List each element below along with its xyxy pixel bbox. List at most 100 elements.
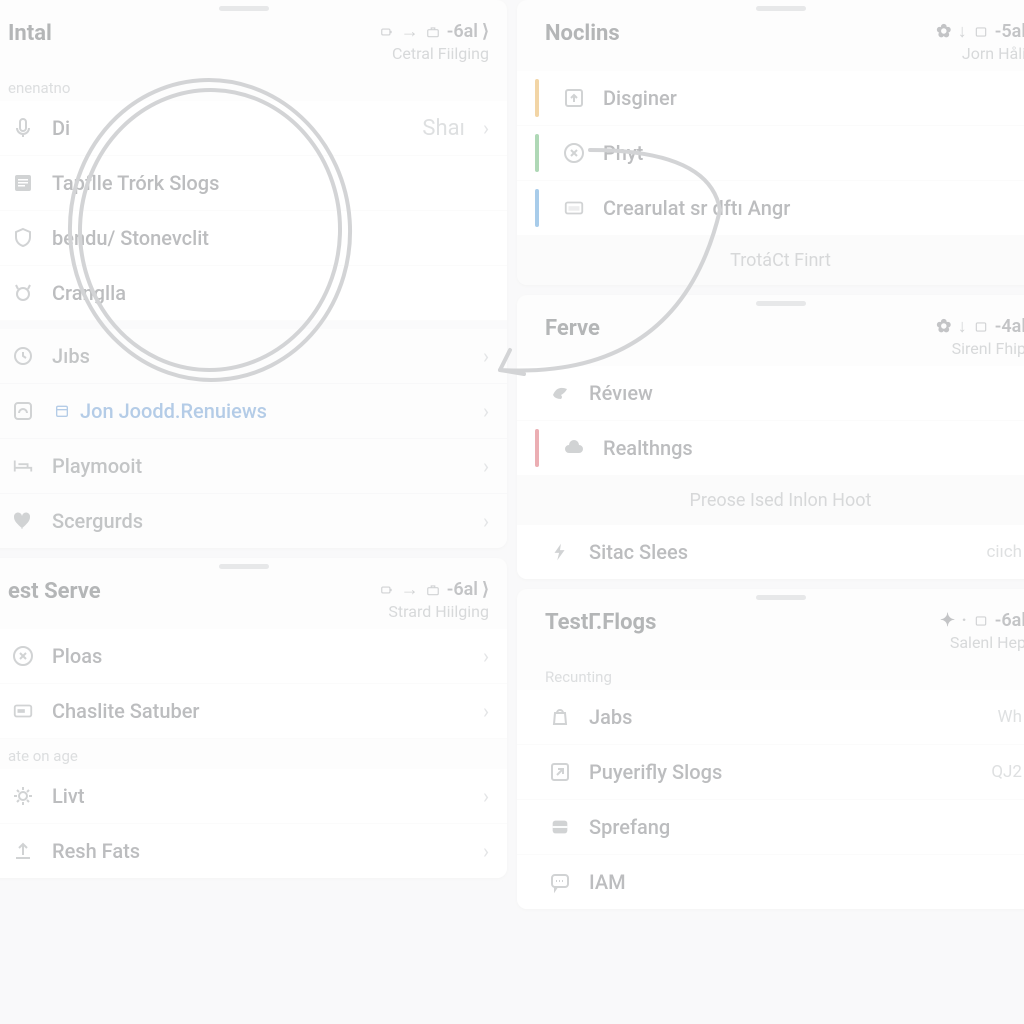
briefcase-icon — [423, 580, 443, 600]
row-resh-fats[interactable]: Resh Fats › — [0, 824, 507, 878]
row-badge: Shaı — [422, 116, 465, 141]
status-text: -6al — [447, 21, 478, 42]
row-label: Ploas — [52, 644, 469, 668]
status-text: -6al — [447, 579, 478, 600]
row-phyt[interactable]: Phyt — [517, 126, 1024, 181]
status-text: -4al — [995, 316, 1024, 337]
gear-icon: ✿ — [934, 317, 954, 337]
bolt-icon — [545, 537, 575, 567]
color-bar — [535, 79, 539, 117]
panel-title: Ferve — [545, 316, 600, 341]
row-sitac-slees[interactable]: Sitac Slees ciıch — [517, 525, 1024, 579]
panel-footer-link[interactable]: TrotáCt Finrt — [517, 236, 1024, 285]
row-label: Disginer — [603, 86, 1024, 110]
row-puyerifly[interactable]: Puyerifly Slogs QJ2 — [517, 745, 1024, 800]
panel-intal: Intal → -6al ⟩ Cetral Fiilging — [0, 0, 507, 548]
row-label: Scergurds — [52, 509, 469, 533]
calendar-icon — [52, 401, 72, 421]
row-bendu[interactable]: bendu/ Stonevclit — [0, 211, 507, 266]
panel-ferve: Ferve ✿ ↓ -4al Sirenl Fhip Révıew — [517, 295, 1024, 579]
row-label: Sprefang — [589, 815, 1024, 839]
row-label: Sitac Slees — [589, 540, 972, 564]
briefcase-icon — [423, 22, 443, 42]
row-badge: ciıch — [986, 542, 1022, 562]
chevron-right-icon: › — [483, 116, 489, 140]
card-icon — [545, 812, 575, 842]
arrow-box-icon — [545, 757, 575, 787]
row-label: Resh Fats — [52, 839, 469, 863]
color-bar — [535, 189, 539, 227]
panel-test-flogs: TestГ.Flogs ✦ · -6al Salenl Hep Recuntin… — [517, 589, 1024, 909]
color-bar — [535, 429, 539, 467]
section-label: ate on age — [0, 739, 507, 769]
upload-icon — [8, 836, 38, 866]
upload-box-icon — [559, 83, 589, 113]
animal-icon — [8, 278, 38, 308]
section-label: Recunting — [517, 660, 1024, 690]
row-scergurds[interactable]: Scergurds › — [0, 494, 507, 548]
book-icon — [971, 611, 991, 631]
status-line: → -6al ⟩ — [377, 579, 489, 600]
heart-icon — [8, 506, 38, 536]
row-realthngs[interactable]: Realthngs — [517, 421, 1024, 476]
row-iam[interactable]: IAM — [517, 855, 1024, 909]
row-label: Cranglla — [52, 281, 489, 305]
row-tapflle[interactable]: Tapflle Trórk Slogs — [0, 156, 507, 211]
status-line: → -6al ⟩ — [377, 21, 489, 42]
panel-subtitle: Sirenl Fhip — [934, 339, 1024, 358]
chevron-right-icon: › — [483, 839, 489, 863]
panel-subtitle: Salenl Hep — [938, 633, 1024, 652]
card-icon — [8, 696, 38, 726]
book-icon — [971, 22, 991, 42]
row-jabs[interactable]: Jabs Wh — [517, 690, 1024, 745]
row-review[interactable]: Révıew — [517, 366, 1024, 421]
status-line: ✿ ↓ -5al — [934, 21, 1024, 42]
panel-subtitle: Jorn Håli — [934, 44, 1024, 63]
chevron-right-icon: › — [483, 399, 489, 423]
shield-icon: ✦ — [938, 611, 958, 631]
chevron-right-icon: › — [483, 784, 489, 808]
row-di[interactable]: Di Shaı › — [0, 101, 507, 156]
section-label: enenatno — [0, 71, 507, 101]
row-label: bendu/ Stonevclit — [52, 226, 489, 250]
color-bar — [535, 134, 539, 172]
row-jon-joodd[interactable]: Jon Joodd.Renuiews › — [0, 384, 507, 439]
row-livt[interactable]: Livt › — [0, 769, 507, 824]
row-label: Livt — [52, 784, 469, 808]
row-sprefang[interactable]: Sprefang — [517, 800, 1024, 855]
bed-icon — [8, 451, 38, 481]
row-label: IAM — [589, 870, 1024, 894]
row-label: Phyt — [603, 141, 1024, 165]
status-line: ✦ · -6al — [938, 610, 1024, 631]
row-disginer[interactable]: Disginer — [517, 71, 1024, 126]
row-label: Chaslite Satuber — [52, 699, 469, 723]
panel-title: Noclins — [545, 21, 620, 46]
document-icon — [8, 168, 38, 198]
gear-icon — [8, 781, 38, 811]
panel-noclins: Noclins ✿ ↓ -5al Jorn Håli Disginer — [517, 0, 1024, 285]
clock-icon — [8, 341, 38, 371]
window-icon — [559, 193, 589, 223]
row-playmooit[interactable]: Playmooit › — [0, 439, 507, 494]
chevron-right-icon: › — [483, 454, 489, 478]
row-label: Puyerifly Slogs — [589, 760, 977, 784]
close-circle-icon — [8, 641, 38, 671]
row-jibs[interactable]: Jıbs › — [0, 329, 507, 384]
row-label: Crearulat sr dftı Angr — [603, 196, 1024, 220]
panel-title: Intal — [8, 21, 52, 46]
status-text: -5al — [995, 21, 1024, 42]
row-label: Jıbs — [52, 344, 469, 368]
bird-icon — [545, 378, 575, 408]
shield-icon — [8, 223, 38, 253]
row-label: Révıew — [589, 381, 1024, 405]
panel-subtitle: Strard Hiilging — [377, 602, 489, 621]
row-chaslite[interactable]: Chaslite Satuber › — [0, 684, 507, 739]
row-label: Jabs — [589, 705, 984, 729]
panel-footer-link[interactable]: Preose Ised Inlon Hoot — [517, 476, 1024, 525]
row-cranglla[interactable]: Cranglla — [0, 266, 507, 321]
cloud-icon — [559, 433, 589, 463]
row-crearulat[interactable]: Crearulat sr dftı Angr — [517, 181, 1024, 236]
message-icon — [545, 867, 575, 897]
row-ploas[interactable]: Ploas › — [0, 629, 507, 684]
row-label: Tapflle Trórk Slogs — [52, 171, 471, 195]
